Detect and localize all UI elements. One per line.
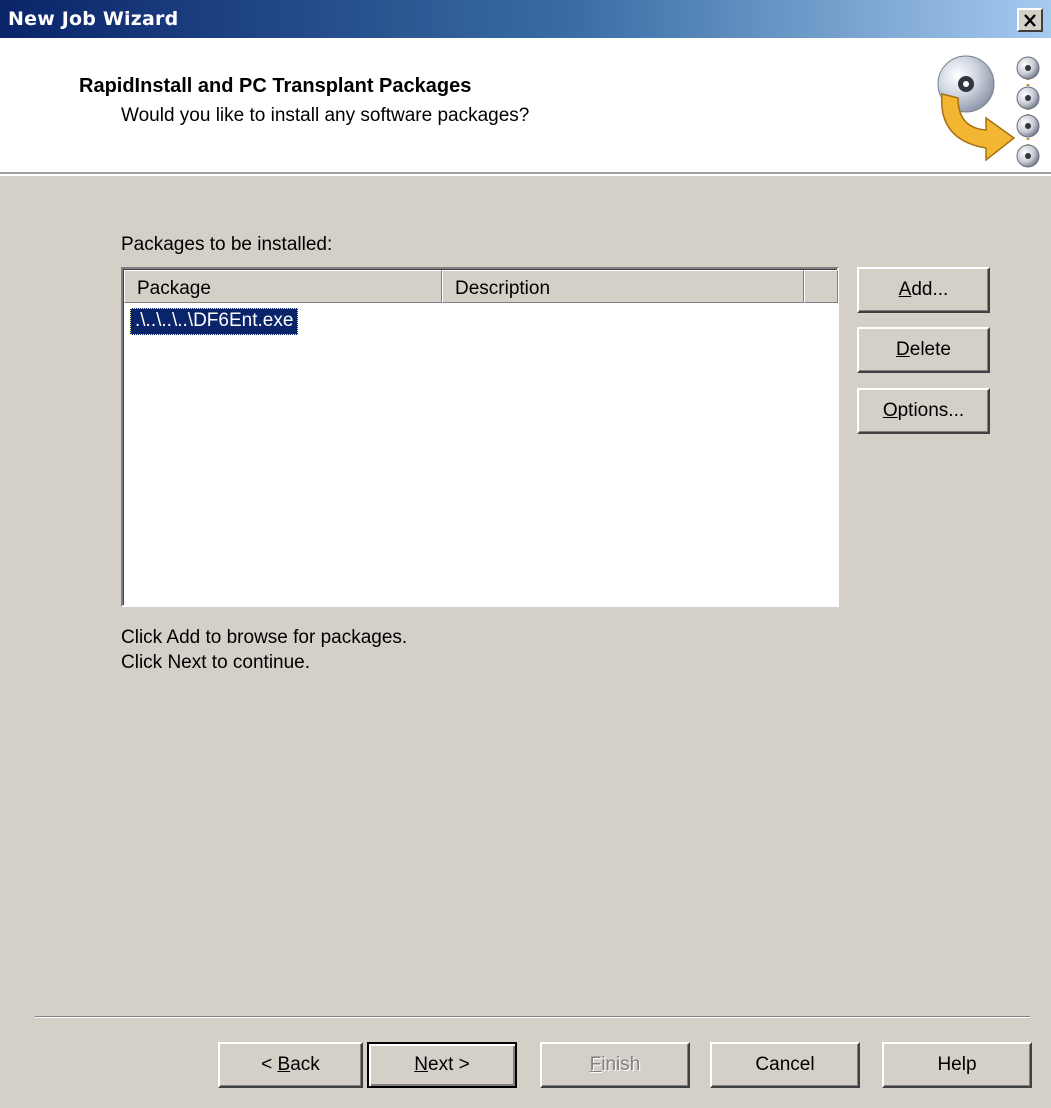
header-divider: [0, 174, 1051, 176]
next-button[interactable]: Next >: [367, 1042, 517, 1088]
add-button[interactable]: Add...: [857, 267, 990, 313]
window-title: New Job Wizard: [8, 8, 179, 30]
back-button[interactable]: < Back: [218, 1042, 363, 1088]
wizard-header: RapidInstall and PC Transplant Packages …: [0, 38, 1051, 174]
list-item[interactable]: .\..\..\..\DF6Ent.exe: [130, 308, 299, 335]
close-icon: [1024, 13, 1036, 27]
title-bar: New Job Wizard: [0, 0, 1051, 38]
cd-install-arrow-icon: [937, 55, 1040, 168]
packages-label: Packages to be installed:: [121, 234, 333, 255]
cancel-button[interactable]: Cancel: [710, 1042, 860, 1088]
page-title: RapidInstall and PC Transplant Packages: [79, 75, 472, 97]
finish-button[interactable]: Finish: [540, 1042, 690, 1088]
hint-add: Click Add to browse for packages.: [121, 627, 408, 648]
packages-list[interactable]: Package Description .\..\..\..\DF6Ent.ex…: [121, 267, 839, 607]
column-header-description[interactable]: Description: [442, 270, 804, 303]
footer-divider: [35, 1016, 1030, 1018]
hint-next: Click Next to continue.: [121, 652, 311, 673]
delete-button[interactable]: Delete: [857, 327, 990, 373]
page-subtitle: Would you like to install any software p…: [121, 105, 530, 126]
column-header-package[interactable]: Package: [124, 270, 442, 303]
package-name: .\..\..\..\DF6Ent.exe: [130, 308, 299, 335]
column-header-extra[interactable]: [804, 270, 838, 303]
options-button[interactable]: Options...: [857, 388, 990, 434]
help-button[interactable]: Help: [882, 1042, 1032, 1088]
close-button[interactable]: [1017, 8, 1043, 32]
